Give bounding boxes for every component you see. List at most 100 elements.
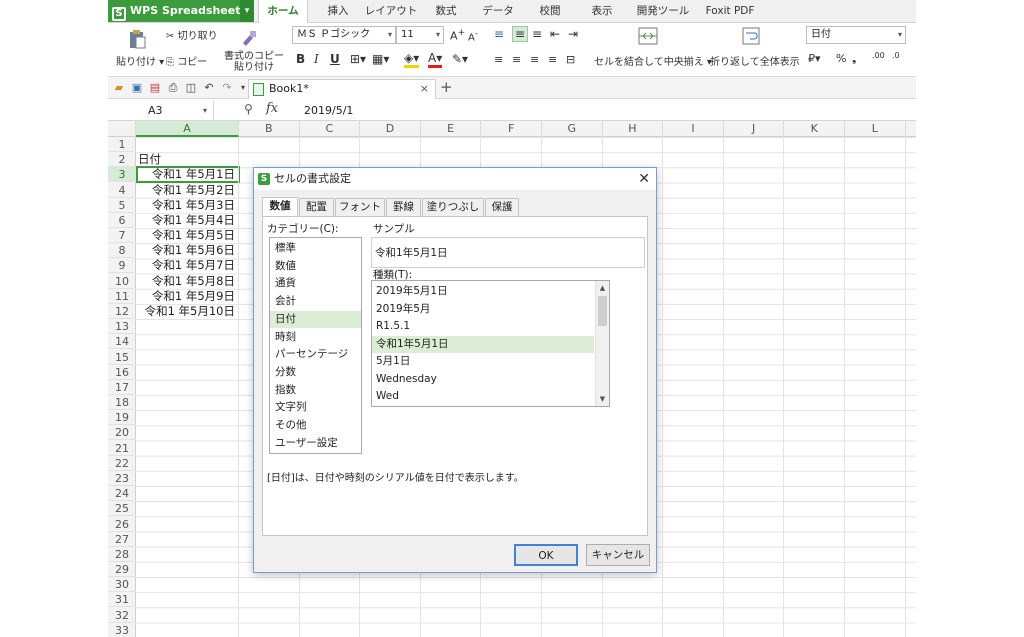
close-icon[interactable]: × — [420, 80, 429, 98]
tab-alignment[interactable]: 配置 — [299, 198, 334, 216]
column-header-d[interactable]: D — [360, 121, 421, 137]
scroll-thumb[interactable] — [598, 296, 607, 326]
align-bottom-icon[interactable]: ≡ — [532, 27, 542, 41]
tab-view[interactable]: 表示 — [584, 0, 620, 23]
row-header-26[interactable]: 26 — [108, 517, 136, 532]
font-size-select[interactable]: 11 ▾ — [396, 26, 444, 44]
ok-button[interactable]: OK — [514, 544, 578, 566]
align-top-icon[interactable]: ≡ — [494, 27, 504, 41]
row-header-25[interactable]: 25 — [108, 501, 136, 517]
tab-fill[interactable]: 塗りつぶし — [422, 198, 484, 216]
scroll-down-icon[interactable]: ▼ — [596, 392, 609, 406]
percent-button[interactable]: % — [836, 52, 846, 65]
list-item[interactable]: 通貨 — [270, 275, 361, 293]
row-header-19[interactable]: 19 — [108, 410, 136, 426]
comma-button[interactable]: ❟ — [852, 52, 856, 66]
table-style-icon[interactable]: ▦▾ — [372, 52, 389, 66]
shrink-font-button[interactable]: A- — [468, 28, 478, 43]
column-header-a[interactable]: A — [136, 121, 239, 137]
format-painter-button[interactable]: 書式のコピー 貼り付け — [224, 51, 284, 73]
bold-button[interactable]: B — [296, 52, 305, 66]
row-header-7[interactable]: 7 — [108, 228, 136, 244]
list-item[interactable]: 分数 — [270, 364, 361, 382]
decrease-decimal-button[interactable]: .0 — [892, 51, 900, 60]
tab-layout[interactable]: レイアウト — [363, 0, 419, 23]
column-header-e[interactable]: E — [421, 121, 482, 137]
category-list[interactable]: 標準 数値 通貨 会計 日付 時刻 パーセンテージ 分数 指数 文字列 その他 … — [269, 237, 362, 454]
select-all-corner[interactable] — [108, 121, 136, 137]
column-header-i[interactable]: I — [663, 121, 724, 137]
list-item-selected[interactable]: 令和1年5月1日 — [372, 335, 594, 353]
currency-format-icon[interactable]: ₽▾ — [808, 52, 821, 65]
list-item[interactable]: 数値 — [270, 258, 361, 276]
font-color-icon[interactable]: A▾ — [428, 51, 443, 68]
format-painter-icon[interactable] — [240, 29, 258, 47]
distribute-icon[interactable]: ⊟ — [566, 53, 575, 66]
list-item-selected[interactable]: 日付 — [270, 310, 361, 329]
cell-a4[interactable]: 令和1 年5月2日 — [136, 183, 238, 198]
list-item[interactable]: 標準 — [270, 240, 361, 258]
row-header-24[interactable]: 24 — [108, 486, 136, 502]
align-left-icon[interactable]: ≡ — [494, 53, 503, 66]
redo-icon[interactable]: ↷ — [220, 81, 234, 95]
indent-decrease-icon[interactable]: ⇤ — [550, 27, 560, 41]
print-icon[interactable]: ⎙ — [166, 81, 180, 95]
row-header-28[interactable]: 28 — [108, 547, 136, 562]
wrap-text-button[interactable]: 折り返して全体表示 — [710, 53, 800, 68]
list-item[interactable]: R1.5.1 — [372, 318, 594, 336]
workbook-tab[interactable]: Book1* × — [248, 79, 436, 99]
font-name-select[interactable]: ＭＳ Ｐゴシック ▾ — [292, 26, 396, 44]
cell-a9[interactable]: 令和1 年5月7日 — [136, 258, 238, 273]
tab-foxit-pdf[interactable]: Foxit PDF — [700, 0, 760, 23]
name-box[interactable]: A3 ▾ — [108, 101, 214, 120]
row-header-3[interactable]: 3 — [108, 167, 136, 183]
fx-icon[interactable]: fx — [266, 101, 278, 116]
row-header-20[interactable]: 20 — [108, 425, 136, 441]
list-item[interactable]: パーセンテージ — [270, 346, 361, 364]
app-menu-button[interactable]: S WPS Spreadsheets ▾ — [108, 0, 254, 22]
row-header-27[interactable]: 27 — [108, 532, 136, 547]
row-header-23[interactable]: 23 — [108, 471, 136, 486]
row-header-6[interactable]: 6 — [108, 213, 136, 228]
column-header-f[interactable]: F — [481, 121, 542, 137]
row-header-10[interactable]: 10 — [108, 274, 136, 289]
cell-a11[interactable]: 令和1 年5月9日 — [136, 289, 238, 304]
list-item[interactable]: 2019年5月 — [372, 301, 594, 319]
row-header-15[interactable]: 15 — [108, 350, 136, 365]
cell-a5[interactable]: 令和1 年5月3日 — [136, 198, 238, 213]
open-folder-icon[interactable]: ▰ — [112, 81, 126, 95]
list-item[interactable]: 時刻 — [270, 329, 361, 347]
row-header-14[interactable]: 14 — [108, 334, 136, 350]
tab-border[interactable]: 罫線 — [386, 198, 421, 216]
row-header-31[interactable]: 31 — [108, 592, 136, 608]
list-item[interactable]: Wed — [372, 388, 594, 406]
cell-a6[interactable]: 令和1 年5月4日 — [136, 213, 238, 228]
row-header-17[interactable]: 17 — [108, 380, 136, 395]
tab-font[interactable]: フォント — [335, 198, 385, 216]
tab-developer[interactable]: 開発ツール — [634, 0, 692, 23]
row-header-5[interactable]: 5 — [108, 198, 136, 213]
align-center-icon[interactable]: ≡ — [512, 53, 521, 66]
row-header-2[interactable]: 2 — [108, 152, 136, 168]
column-header-j[interactable]: J — [724, 121, 785, 137]
type-list-scrollbar[interactable]: ▲ ▼ — [595, 281, 609, 406]
column-header-k[interactable]: K — [784, 121, 845, 137]
tab-home[interactable]: ホーム — [258, 0, 308, 24]
merge-center-icon[interactable] — [638, 27, 658, 45]
cell-a8[interactable]: 令和1 年5月6日 — [136, 243, 238, 258]
export-pdf-icon[interactable]: ▤ — [148, 81, 162, 95]
tab-protection[interactable]: 保護 — [485, 198, 519, 216]
row-header-9[interactable]: 9 — [108, 258, 136, 274]
row-header-8[interactable]: 8 — [108, 243, 136, 259]
print-preview-icon[interactable]: ◫ — [184, 81, 198, 95]
list-item[interactable]: 5月1日 — [372, 353, 594, 371]
indent-increase-icon[interactable]: ⇥ — [568, 27, 578, 41]
tab-data[interactable]: データ — [478, 0, 518, 23]
merge-center-button[interactable]: セルを結合して中央揃え ▾ — [594, 53, 712, 68]
copy-button[interactable]: ⎘ コピー — [166, 53, 207, 68]
column-header-h[interactable]: H — [603, 121, 664, 137]
grow-font-button[interactable]: A+ — [450, 27, 465, 43]
cell-a7[interactable]: 令和1 年5月5日 — [136, 228, 238, 243]
row-header-18[interactable]: 18 — [108, 395, 136, 411]
increase-decimal-button[interactable]: .00 — [872, 51, 885, 60]
